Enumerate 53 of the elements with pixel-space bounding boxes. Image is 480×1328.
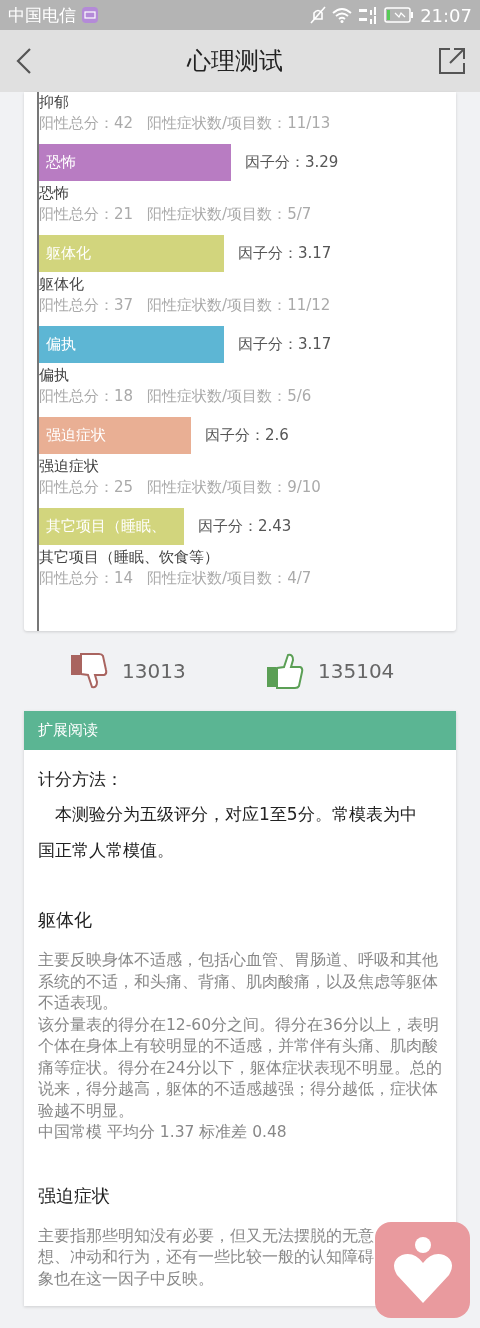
text-line: 想、冲动和行为，还有一些比较一般的认知障碍 bbox=[38, 1247, 375, 1268]
positive-ratio: 阳性症状数/项目数：9/10 bbox=[147, 477, 321, 498]
text-line: 象也在这一因子中反映。 bbox=[38, 1268, 215, 1290]
factor-name: 抑郁 bbox=[39, 92, 70, 112]
positive-ratio: 阳性症状数/项目数：11/13 bbox=[147, 113, 331, 134]
paragraph: 该分量表的得分在12-60分之间。得分在36分以上，表明个体在身体上有较明显的不适感，并常伴有头痛、肌肉酸痛等症状。得分在24分以下，躯体症状表现不明显。总的说来，得分越高，躯体的不适感越强；得分越低，症状体验越不明显。 bbox=[38, 1014, 442, 1122]
factor-bar: 其它项目（睡眠、 bbox=[39, 508, 184, 545]
positive-ratio: 阳性症状数/项目数：11/12 bbox=[147, 295, 331, 316]
page-title: 心理测试 bbox=[187, 46, 283, 77]
status-time: 21:07 bbox=[420, 4, 472, 26]
section-heading: 躯体化 bbox=[38, 908, 93, 932]
positive-ratio: 阳性症状数/项目数：5/7 bbox=[147, 204, 312, 225]
keyboard-icon bbox=[82, 7, 98, 23]
section-heading: 计分方法： bbox=[38, 768, 124, 791]
thumbs-down-icon[interactable] bbox=[70, 653, 108, 689]
factor-score: 因子分：3.29 bbox=[245, 153, 339, 172]
share-icon[interactable] bbox=[438, 47, 466, 75]
factor-score: 因子分：2.43 bbox=[198, 517, 292, 536]
dislike-count: 13013 bbox=[122, 659, 186, 683]
battery-icon bbox=[384, 7, 415, 23]
positive-total: 阳性总分：14 bbox=[39, 568, 134, 589]
factor-score: 因子分：3.17 bbox=[238, 335, 332, 354]
factor-score: 因子分：3.17 bbox=[238, 244, 332, 263]
factor-name: 恐怖 bbox=[39, 183, 70, 203]
text-line: 主要指那些明知没有必要，但又无法摆脱的无意 bbox=[38, 1225, 375, 1247]
factor-name: 强迫症状 bbox=[39, 456, 100, 476]
carrier-name: 中国电信 bbox=[8, 3, 76, 27]
factor-score: 因子分：2.6 bbox=[205, 426, 289, 445]
section-header: 扩展阅读 bbox=[24, 711, 456, 750]
factor-bar: 偏执 bbox=[39, 326, 224, 363]
factor-name: 躯体化 bbox=[39, 274, 85, 294]
factor-name: 偏执 bbox=[39, 365, 70, 385]
factor-bar: 躯体化 bbox=[39, 235, 224, 272]
positive-total: 阳性总分：42 bbox=[39, 113, 134, 134]
wifi-icon bbox=[332, 7, 353, 23]
factor-name: 其它项目（睡眠、饮食等） bbox=[39, 547, 220, 567]
factor-bar: 恐怖 bbox=[39, 144, 231, 181]
paragraph: 主要反映身体不适感，包括心血管、胃肠道、呼吸和其他系统的不适，和头痛、背痛、肌肉酸痛，以及焦虑等躯体不适表现。 bbox=[38, 950, 439, 1014]
positive-total: 阳性总分：18 bbox=[39, 386, 134, 407]
positive-ratio: 阳性症状数/项目数：5/6 bbox=[147, 386, 312, 407]
signal-icon bbox=[358, 6, 379, 24]
back-icon[interactable] bbox=[16, 48, 32, 74]
positive-total: 阳性总分：37 bbox=[39, 295, 134, 316]
thumbs-up-icon[interactable] bbox=[266, 653, 304, 689]
like-count: 135104 bbox=[318, 659, 395, 683]
positive-total: 阳性总分：25 bbox=[39, 477, 134, 498]
mute-icon bbox=[310, 6, 327, 24]
paragraph: 中国常模 平均分 1.37 标准差 0.48 bbox=[38, 1122, 288, 1143]
positive-total: 阳性总分：21 bbox=[39, 204, 134, 225]
positive-ratio: 阳性症状数/项目数：4/7 bbox=[147, 568, 312, 589]
section-heading: 强迫症状 bbox=[38, 1183, 111, 1208]
paragraph: 本测验分为五级评分，对应1至5分。常模表为中国正常人常模值。 bbox=[38, 803, 418, 862]
factor-bar: 强迫症状 bbox=[39, 417, 191, 454]
